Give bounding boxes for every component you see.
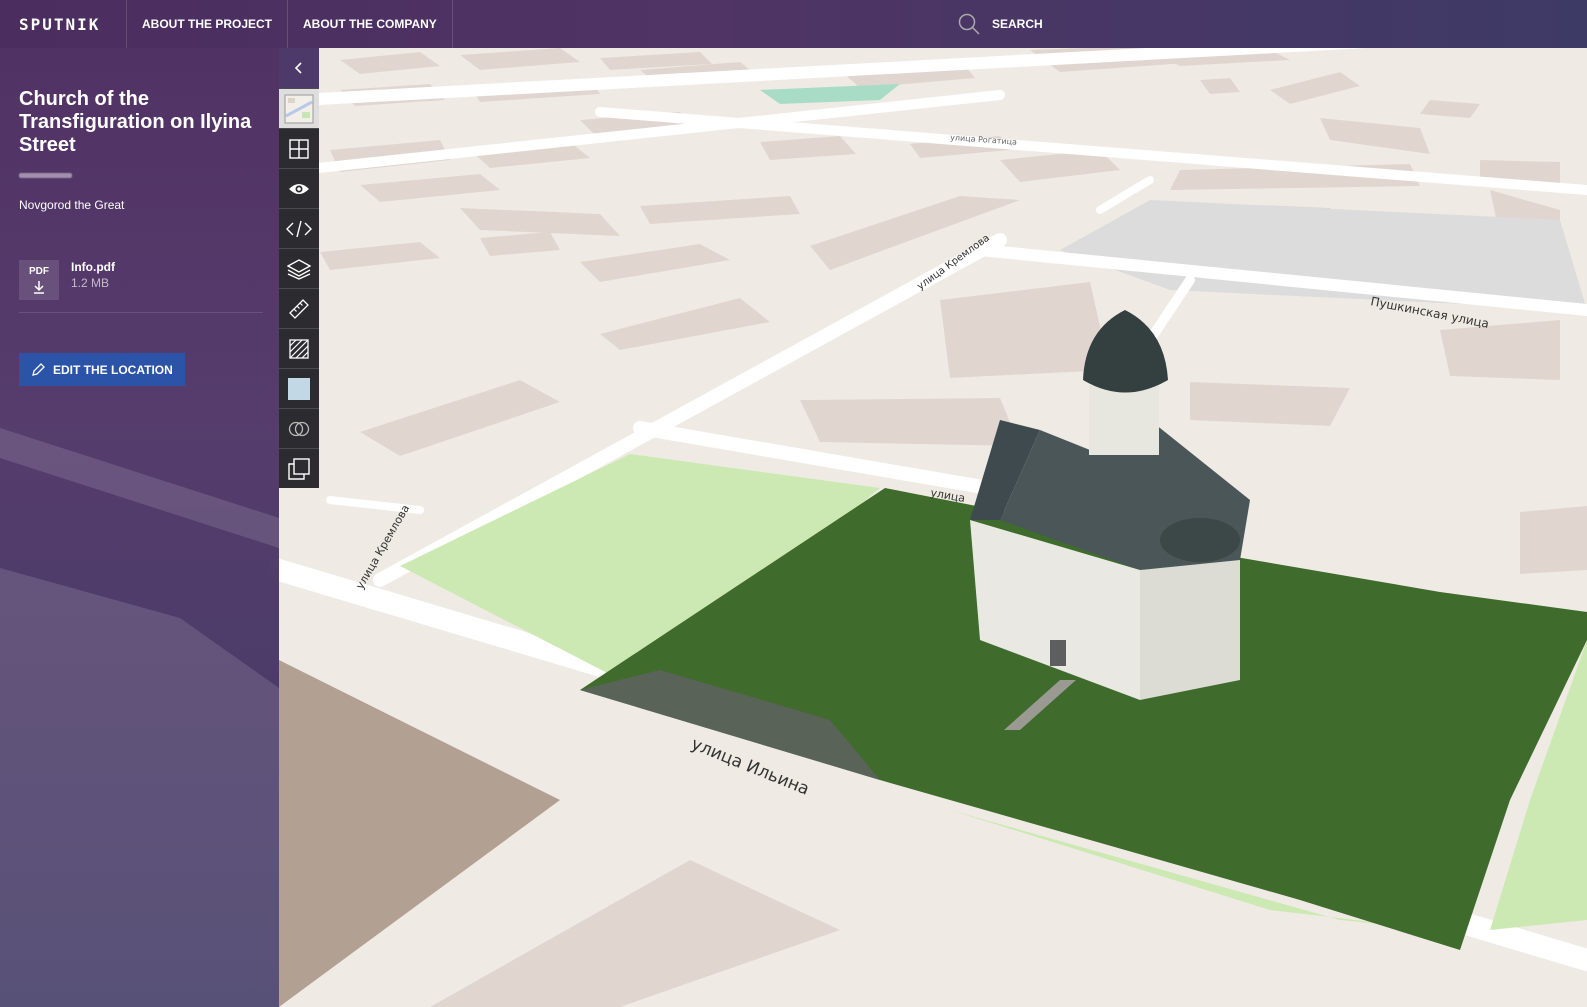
compare-button[interactable] [279, 408, 319, 448]
place-title: Church of the Transfiguration on Ilyina … [19, 88, 252, 156]
eye-icon [289, 183, 309, 194]
nav-about-company[interactable]: ABOUT THE COMPANY [288, 0, 453, 48]
info-panel: Church of the Transfiguration on Ilyina … [0, 48, 279, 1007]
pdf-download-icon[interactable]: PDF [19, 260, 59, 300]
map-toolbar [279, 48, 319, 488]
file-name[interactable]: Info.pdf [71, 260, 115, 274]
edit-location-label: EDIT THE LOCATION [53, 362, 173, 377]
square-icon [288, 377, 310, 400]
embed-code-button[interactable] [279, 208, 319, 248]
attachment-file[interactable]: PDF Info.pdf 1.2 MB [19, 260, 263, 313]
duplicate-icon [288, 457, 310, 480]
fill-button[interactable] [279, 368, 319, 408]
basemap-thumbnail-button[interactable] [279, 88, 319, 128]
collapse-panel-button[interactable] [279, 48, 319, 88]
grid-button[interactable] [279, 128, 319, 168]
chevron-left-icon [294, 62, 302, 74]
ruler-icon [289, 298, 309, 319]
nav-about-project[interactable]: ABOUT THE PROJECT [127, 0, 289, 48]
file-type-label: PDF [29, 266, 49, 277]
pencil-icon [32, 362, 45, 376]
search-button[interactable]: SEARCH [958, 0, 1043, 48]
compare-icon [288, 421, 310, 436]
top-bar: SPUTNIK ABOUT THE PROJECT ABOUT THE COMP… [0, 0, 1587, 48]
measure-button[interactable] [279, 288, 319, 328]
title-divider [19, 173, 72, 178]
place-location: Novgorod the Great [19, 198, 125, 212]
hatch-area-icon [289, 338, 309, 359]
map-thumbnail-icon [284, 94, 314, 123]
code-icon [286, 220, 312, 237]
download-icon [34, 281, 44, 294]
grid-icon [289, 138, 309, 159]
file-size: 1.2 MB [71, 276, 110, 290]
view-button[interactable] [279, 168, 319, 208]
layers-button[interactable] [279, 248, 319, 288]
sputnik-logo[interactable]: SPUTNIK [0, 0, 127, 48]
duplicate-button[interactable] [279, 448, 319, 488]
layers-icon [287, 258, 311, 280]
area-button[interactable] [279, 328, 319, 368]
search-icon [958, 13, 980, 35]
search-label: SEARCH [992, 17, 1043, 31]
edit-location-button[interactable]: EDIT THE LOCATION [19, 353, 185, 386]
